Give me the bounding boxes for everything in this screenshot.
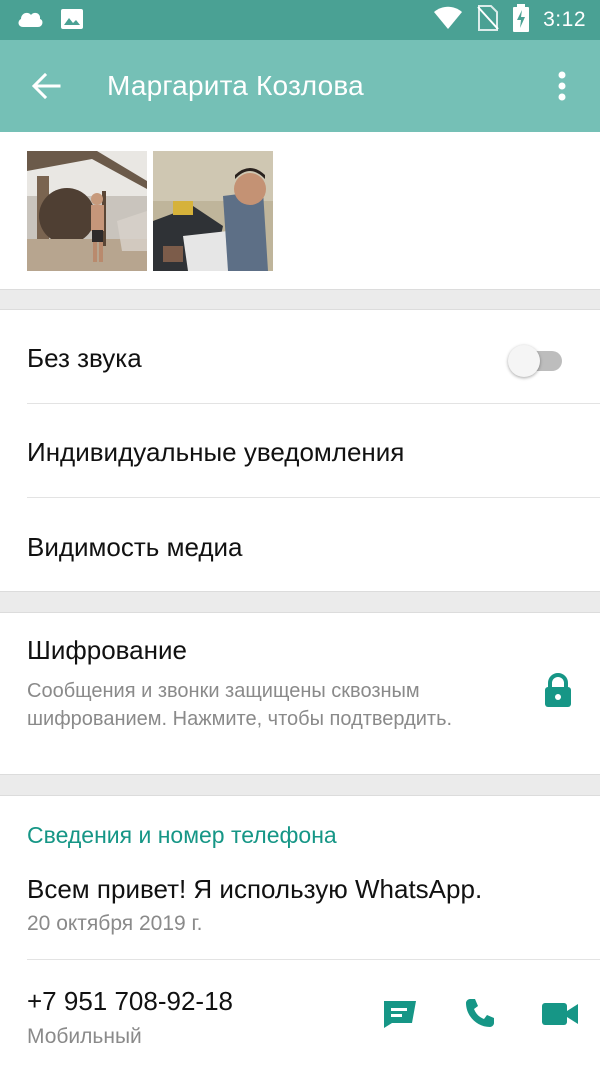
more-options-button[interactable] <box>550 68 574 108</box>
video-call-icon <box>541 1001 579 1032</box>
section-divider <box>0 289 600 310</box>
custom-notifications-row[interactable]: Индивидуальные уведомления <box>0 404 600 498</box>
call-button[interactable] <box>458 993 502 1037</box>
about-status-text[interactable]: Всем привет! Я использую WhatsApp. <box>27 874 482 905</box>
wifi-icon <box>433 6 463 35</box>
mute-toggle[interactable] <box>508 344 562 377</box>
contact-name: Маргарита Козлова <box>107 70 364 101</box>
section-divider <box>0 591 600 613</box>
section-title: Сведения и номер телефона <box>27 822 337 848</box>
status-bar: 3:12 <box>0 0 600 40</box>
arrow-back-icon <box>31 72 61 104</box>
back-button[interactable] <box>28 70 64 106</box>
encryption-title: Шифрование <box>27 635 187 665</box>
no-sim-icon <box>477 4 499 36</box>
message-icon <box>382 999 418 1034</box>
call-icon <box>464 997 496 1034</box>
image-icon <box>60 8 84 35</box>
battery-charging-icon <box>513 3 530 37</box>
phone-number[interactable]: +7 951 708-92-18 <box>27 986 233 1017</box>
clock: 3:12 <box>543 8 586 31</box>
custom-notifications-label: Индивидуальные уведомления <box>27 437 405 467</box>
media-gallery <box>0 132 600 289</box>
media-thumbnail[interactable] <box>27 151 147 271</box>
app-bar: Маргарита Козлова <box>0 40 600 132</box>
about-section: Сведения и номер телефона Всем привет! Я… <box>0 796 600 1067</box>
video-call-button[interactable] <box>538 994 582 1038</box>
message-button[interactable] <box>378 994 422 1038</box>
phone-type: Мобильный <box>27 1025 142 1048</box>
row-divider <box>27 959 600 960</box>
lock-icon <box>544 673 572 709</box>
media-visibility-row[interactable]: Видимость медиа <box>0 498 600 591</box>
media-thumbnail[interactable] <box>153 151 273 271</box>
about-status-date: 20 октября 2019 г. <box>27 912 203 935</box>
mute-label: Без звука <box>27 343 142 373</box>
mute-row[interactable]: Без звука <box>0 310 600 404</box>
section-divider <box>0 774 600 796</box>
encryption-description: Сообщения и звонки защищены сквозным шиф… <box>27 680 453 730</box>
media-visibility-label: Видимость медиа <box>27 532 243 562</box>
more-vert-icon <box>558 71 566 106</box>
encryption-row[interactable]: Шифрование Сообщения и звонки защищены с… <box>0 613 600 774</box>
toggle-knob <box>508 345 540 377</box>
cloud-icon <box>16 9 44 34</box>
